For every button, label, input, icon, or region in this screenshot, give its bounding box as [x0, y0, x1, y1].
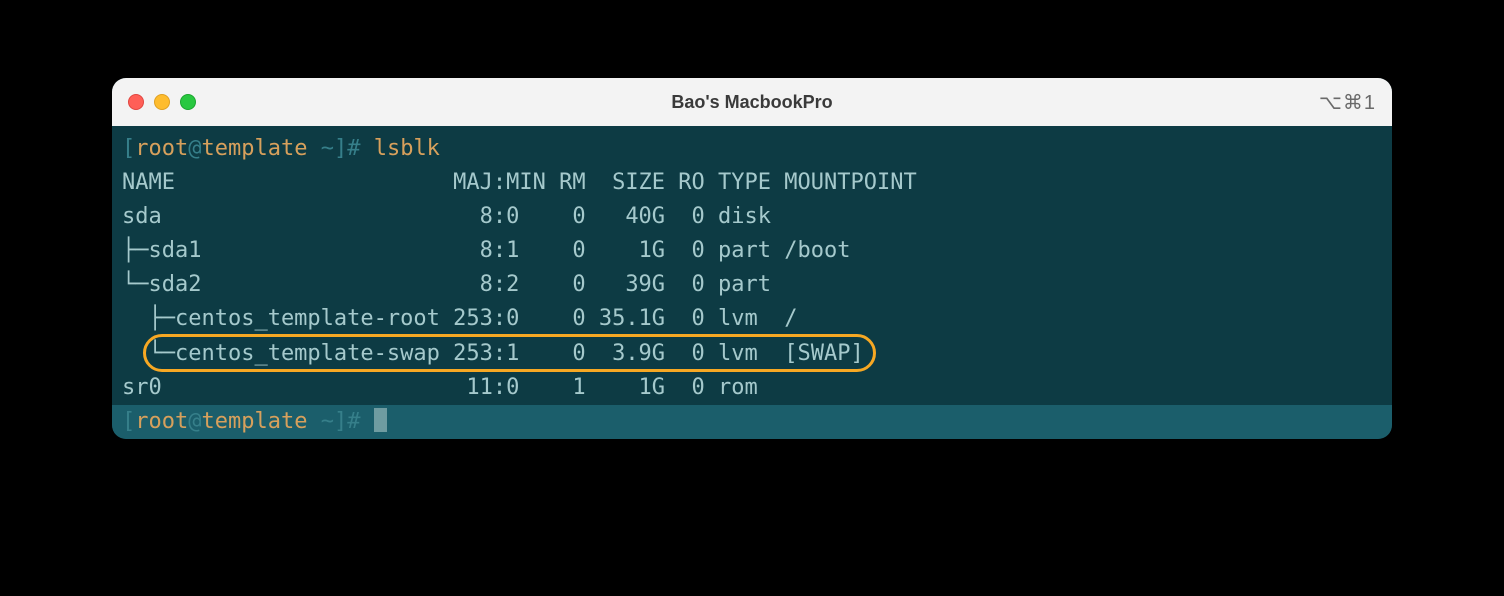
active-prompt-line[interactable]: [root@template ~]# [112, 405, 1392, 439]
cursor-icon [374, 408, 387, 432]
prompt-close: ]# [334, 409, 374, 434]
lsblk-header: NAME MAJ:MIN RM SIZE RO TYPE MOUNTPOINT [122, 166, 1382, 200]
traffic-lights [128, 94, 196, 110]
lsblk-row: ├─centos_template-root 253:0 0 35.1G 0 l… [122, 302, 1382, 336]
prompt-host: template [201, 409, 307, 434]
prompt-close: ]# [334, 136, 374, 161]
terminal-body[interactable]: [root@template ~]# lsblk NAME MAJ:MIN RM… [112, 126, 1392, 439]
prompt-line: [root@template ~]# lsblk [122, 132, 1382, 166]
command-text: lsblk [374, 136, 440, 161]
titlebar[interactable]: Bao's MacbookPro ⌥⌘1 [112, 78, 1392, 126]
prompt-at: @ [188, 136, 201, 161]
prompt-cwd: ~ [307, 136, 334, 161]
lsblk-row: ├─sda1 8:1 0 1G 0 part /boot [122, 234, 1382, 268]
terminal-window: Bao's MacbookPro ⌥⌘1 [root@template ~]# … [112, 78, 1392, 439]
prompt-open: [ [122, 409, 135, 434]
prompt-cwd: ~ [307, 409, 334, 434]
lsblk-row: sda 8:0 0 40G 0 disk [122, 200, 1382, 234]
window-title: Bao's MacbookPro [112, 92, 1392, 113]
lsblk-row-highlighted: └─centos_template-swap 253:1 0 3.9G 0 lv… [122, 337, 1382, 371]
prompt-open: [ [122, 136, 135, 161]
lsblk-row: └─sda2 8:2 0 39G 0 part [122, 268, 1382, 302]
close-icon[interactable] [128, 94, 144, 110]
prompt-at: @ [188, 409, 201, 434]
prompt-user: root [135, 409, 188, 434]
zoom-icon[interactable] [180, 94, 196, 110]
prompt-host: template [201, 136, 307, 161]
tab-shortcut: ⌥⌘1 [1319, 90, 1376, 115]
prompt-user: root [135, 136, 188, 161]
lsblk-row: sr0 11:0 1 1G 0 rom [122, 371, 1382, 405]
minimize-icon[interactable] [154, 94, 170, 110]
